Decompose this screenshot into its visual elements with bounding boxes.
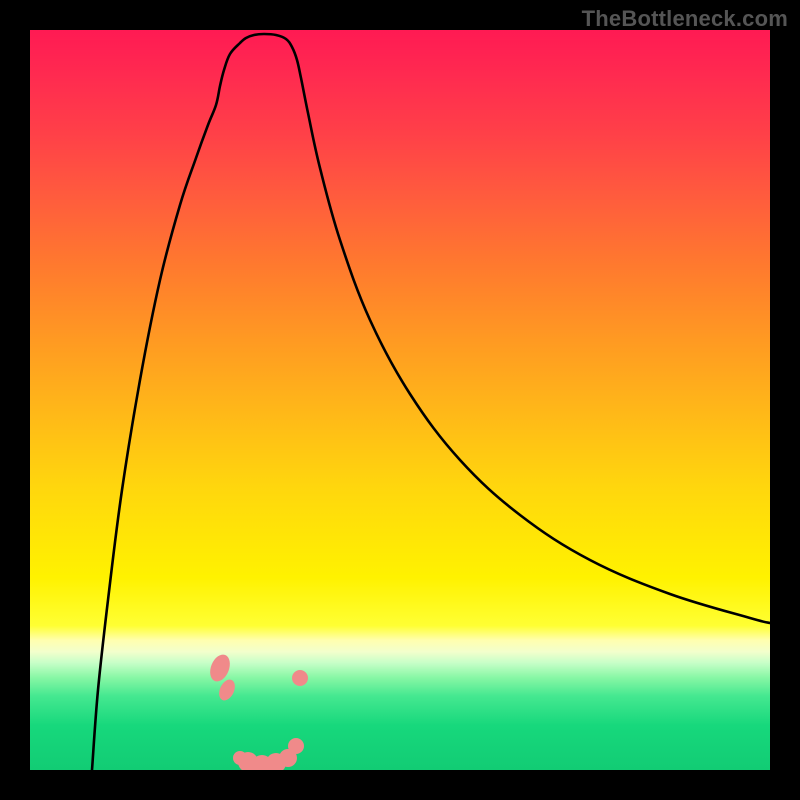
markers-group: [206, 652, 308, 770]
curve-layer: [30, 30, 770, 770]
marker-m6: [288, 738, 304, 754]
marker-m7: [292, 670, 308, 686]
bottleneck-curve: [92, 34, 770, 770]
watermark-text: TheBottleneck.com: [582, 6, 788, 32]
chart-frame: TheBottleneck.com: [0, 0, 800, 800]
marker-left-blob-a: [206, 652, 233, 685]
plot-area: [30, 30, 770, 770]
